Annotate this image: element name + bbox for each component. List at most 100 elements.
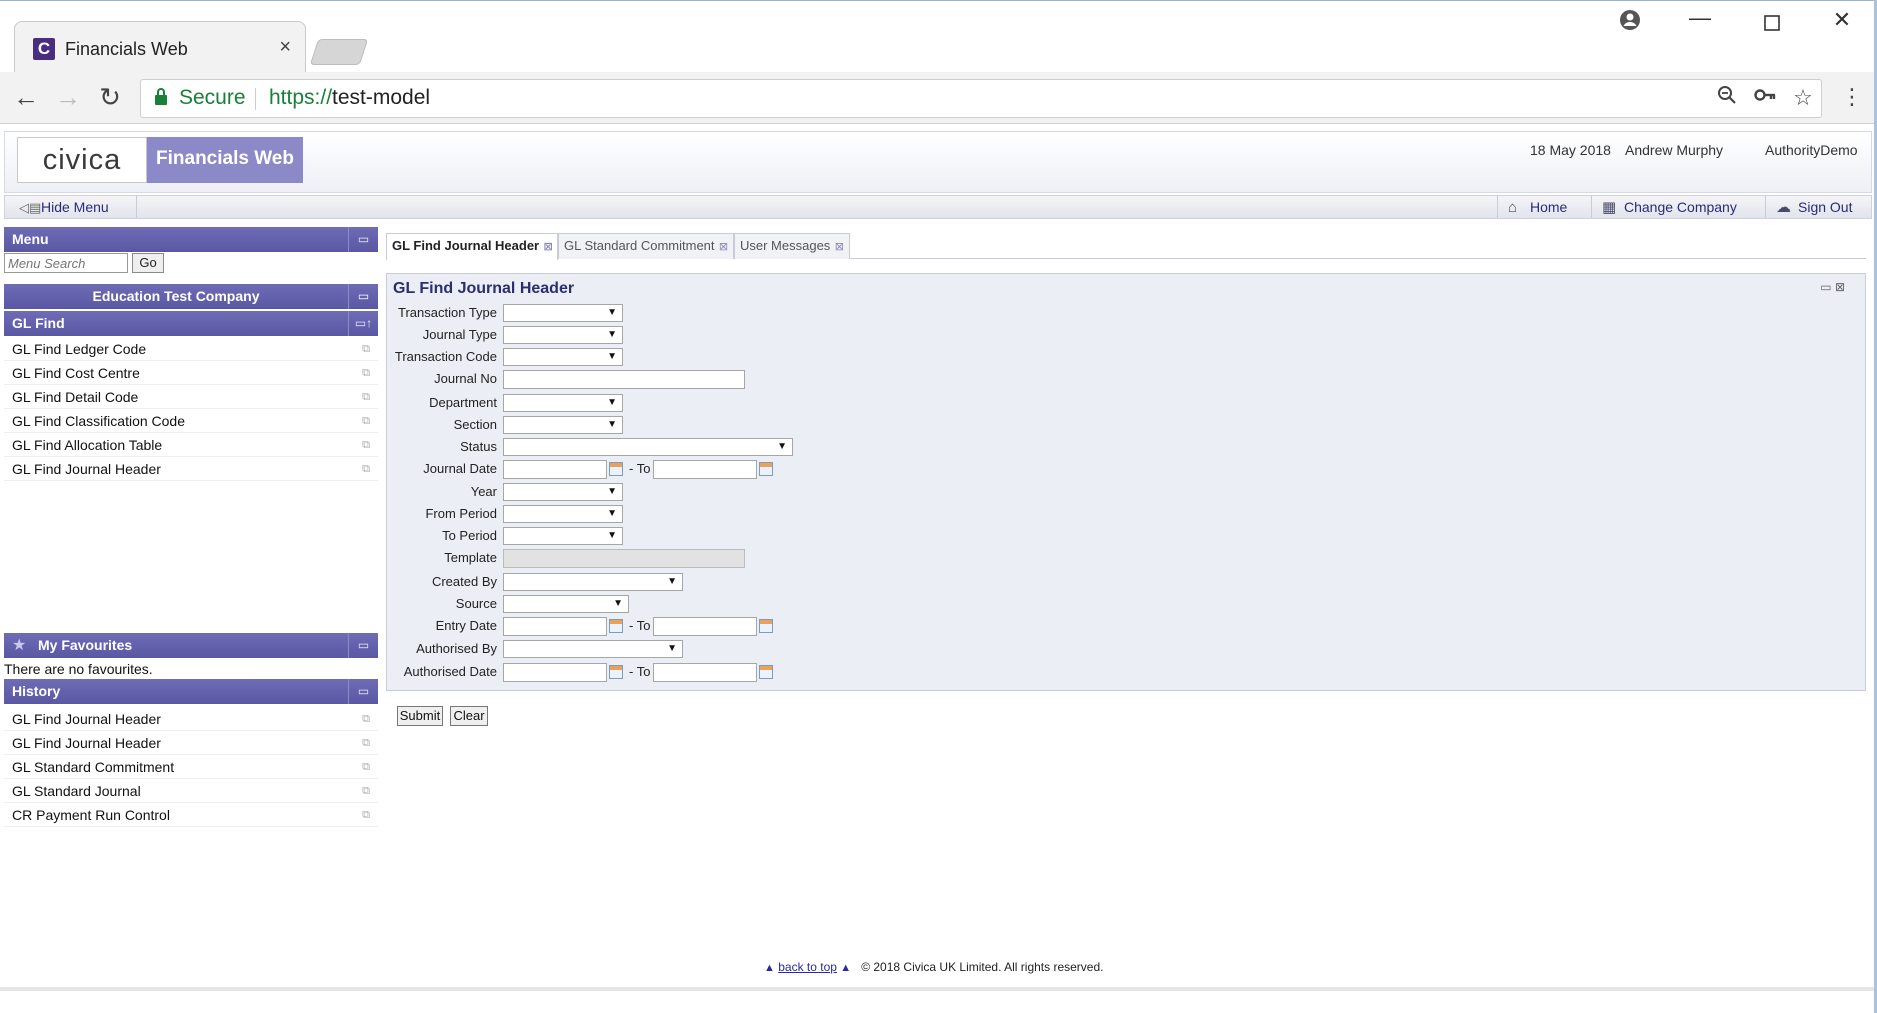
- open-window-icon[interactable]: ⧉: [362, 779, 370, 803]
- favourites-minimize-icon[interactable]: ▭: [348, 633, 378, 658]
- new-tab-button[interactable]: [309, 39, 369, 65]
- open-window-icon[interactable]: ⧉: [362, 337, 370, 361]
- calendar-icon[interactable]: [609, 665, 623, 679]
- calendar-icon[interactable]: [609, 619, 623, 633]
- journal-date-from-input[interactable]: [503, 460, 607, 479]
- panel-minimize-icon[interactable]: ▭: [348, 227, 378, 252]
- from-period-select[interactable]: ▼: [503, 505, 623, 523]
- change-company-link[interactable]: ▦ Change Company: [1591, 196, 1765, 218]
- bookmark-star-icon[interactable]: ☆: [1789, 85, 1817, 111]
- menu-search-input[interactable]: [4, 253, 128, 273]
- open-window-icon[interactable]: ⧉: [362, 755, 370, 779]
- department-select[interactable]: ▼: [503, 394, 623, 412]
- clear-button[interactable]: Clear: [450, 706, 488, 726]
- calendar-icon[interactable]: [609, 462, 623, 476]
- entry-date-from-input[interactable]: [503, 617, 607, 636]
- menu-panel-header: Menu ▭: [4, 227, 378, 252]
- sign-out-link[interactable]: ☁ Sign Out: [1765, 196, 1873, 218]
- key-icon[interactable]: [1751, 85, 1779, 111]
- company-panel-icon[interactable]: ▭: [348, 284, 378, 309]
- zoom-icon[interactable]: [1713, 85, 1741, 111]
- browser-menu-icon[interactable]: ⋮: [1836, 84, 1868, 110]
- transaction-code-select[interactable]: ▼: [503, 348, 623, 366]
- open-window-icon[interactable]: ⧉: [362, 361, 370, 385]
- sidebar-item-gl-find-detail-code[interactable]: GL Find Detail Code ⧉: [4, 385, 378, 409]
- sidebar-item-gl-find-journal-header[interactable]: GL Find Journal Header ⧉: [4, 457, 378, 481]
- entry-date-to-input[interactable]: [653, 617, 757, 636]
- sidebar-item-gl-find-allocation-table[interactable]: GL Find Allocation Table ⧉: [4, 433, 378, 457]
- journal-date-to-input[interactable]: [653, 460, 757, 479]
- authorised-by-select[interactable]: ▼: [503, 640, 683, 658]
- menu-search-go-button[interactable]: Go: [132, 253, 164, 273]
- history-item[interactable]: GL Find Journal Header ⧉: [4, 707, 378, 731]
- panel-restore-icon[interactable]: ▭: [1820, 280, 1831, 294]
- forward-arrow-icon[interactable]: →: [52, 82, 84, 113]
- history-item[interactable]: CR Payment Run Control ⧉: [4, 803, 378, 827]
- created-by-select[interactable]: ▼: [503, 573, 683, 591]
- home-link[interactable]: ⌂ Home: [1497, 196, 1591, 218]
- open-window-icon[interactable]: ⧉: [362, 803, 370, 827]
- tab-close-icon[interactable]: ⊠: [717, 235, 731, 259]
- calendar-icon[interactable]: [759, 462, 773, 476]
- url-host: test-model: [332, 86, 431, 109]
- reload-icon[interactable]: ↻: [94, 82, 126, 113]
- sidebar-item-gl-find-classification-code[interactable]: GL Find Classification Code ⧉: [4, 409, 378, 433]
- tab-user-messages[interactable]: User Messages ⊠: [734, 233, 850, 259]
- open-window-icon[interactable]: ⧉: [362, 433, 370, 457]
- department-row: Department ▼: [387, 393, 1287, 413]
- profile-icon[interactable]: [1610, 9, 1650, 37]
- open-window-icon[interactable]: ⧉: [362, 385, 370, 409]
- back-arrow-icon[interactable]: ←: [10, 82, 42, 113]
- tab-close-icon[interactable]: ⊠: [832, 235, 846, 259]
- status-select[interactable]: ▼: [503, 438, 793, 456]
- history-item[interactable]: GL Standard Commitment ⧉: [4, 755, 378, 779]
- gl-find-section-header[interactable]: GL Find ▭↑: [4, 311, 378, 336]
- transaction-type-select[interactable]: ▼: [503, 304, 623, 322]
- journal-no-input[interactable]: [503, 370, 745, 389]
- to-label: - To: [629, 618, 651, 633]
- history-item[interactable]: GL Standard Journal ⧉: [4, 779, 378, 803]
- authorised-date-from-input[interactable]: [503, 663, 607, 682]
- open-window-icon[interactable]: ⧉: [362, 707, 370, 731]
- hide-menu-button[interactable]: ◁▤Hide Menu: [5, 196, 137, 218]
- company-header[interactable]: Education Test Company ▭: [4, 284, 378, 309]
- authorised-date-to-input[interactable]: [653, 663, 757, 682]
- maximize-icon[interactable]: [1752, 11, 1792, 37]
- minimize-icon[interactable]: —: [1680, 5, 1720, 31]
- building-icon: ▦: [1602, 199, 1617, 216]
- address-bar[interactable]: Secure https://test-model ☆: [140, 79, 1822, 118]
- url-text[interactable]: https://test-model: [269, 86, 430, 110]
- browser-tab[interactable]: C Financials Web ×: [14, 21, 306, 73]
- sidebar-item-label: GL Find Classification Code: [12, 413, 186, 429]
- folder-up-icon[interactable]: ▭↑: [348, 311, 378, 336]
- calendar-icon[interactable]: [759, 665, 773, 679]
- to-period-select[interactable]: ▼: [503, 527, 623, 545]
- form-panel-icons: ▭ ⊠: [1820, 280, 1845, 294]
- year-select[interactable]: ▼: [503, 483, 623, 501]
- close-window-icon[interactable]: ✕: [1822, 7, 1862, 33]
- dropdown-arrow-icon: ▼: [667, 643, 677, 654]
- tab-gl-find-journal-header[interactable]: GL Find Journal Header ⊠: [386, 233, 558, 260]
- history-title: History: [12, 683, 61, 699]
- open-window-icon[interactable]: ⧉: [362, 409, 370, 433]
- section-select[interactable]: ▼: [503, 416, 623, 434]
- source-select[interactable]: ▼: [503, 595, 629, 613]
- tab-close-icon[interactable]: ⊠: [541, 235, 555, 259]
- section-label: Section: [453, 417, 497, 432]
- sidebar-item-gl-find-cost-centre[interactable]: GL Find Cost Centre ⧉: [4, 361, 378, 385]
- history-minimize-icon[interactable]: ▭: [348, 679, 378, 704]
- back-to-top-link[interactable]: back to top: [778, 960, 837, 974]
- sidebar-item-gl-find-ledger-code[interactable]: GL Find Ledger Code ⧉: [4, 337, 378, 361]
- panel-close-icon[interactable]: ⊠: [1835, 280, 1845, 294]
- history-item[interactable]: GL Find Journal Header ⧉: [4, 731, 378, 755]
- tab-close-icon[interactable]: ×: [279, 36, 291, 59]
- open-window-icon[interactable]: ⧉: [362, 457, 370, 481]
- submit-button[interactable]: Submit: [397, 706, 443, 726]
- open-window-icon[interactable]: ⧉: [362, 731, 370, 755]
- tab-gl-standard-commitment[interactable]: GL Standard Commitment ⊠: [558, 233, 734, 259]
- journal-type-select[interactable]: ▼: [503, 326, 623, 344]
- history-header: History ▭: [4, 679, 378, 704]
- calendar-icon[interactable]: [759, 619, 773, 633]
- transaction-type-row: Transaction Type ▼: [387, 303, 1287, 323]
- civica-logo[interactable]: civica: [17, 137, 147, 183]
